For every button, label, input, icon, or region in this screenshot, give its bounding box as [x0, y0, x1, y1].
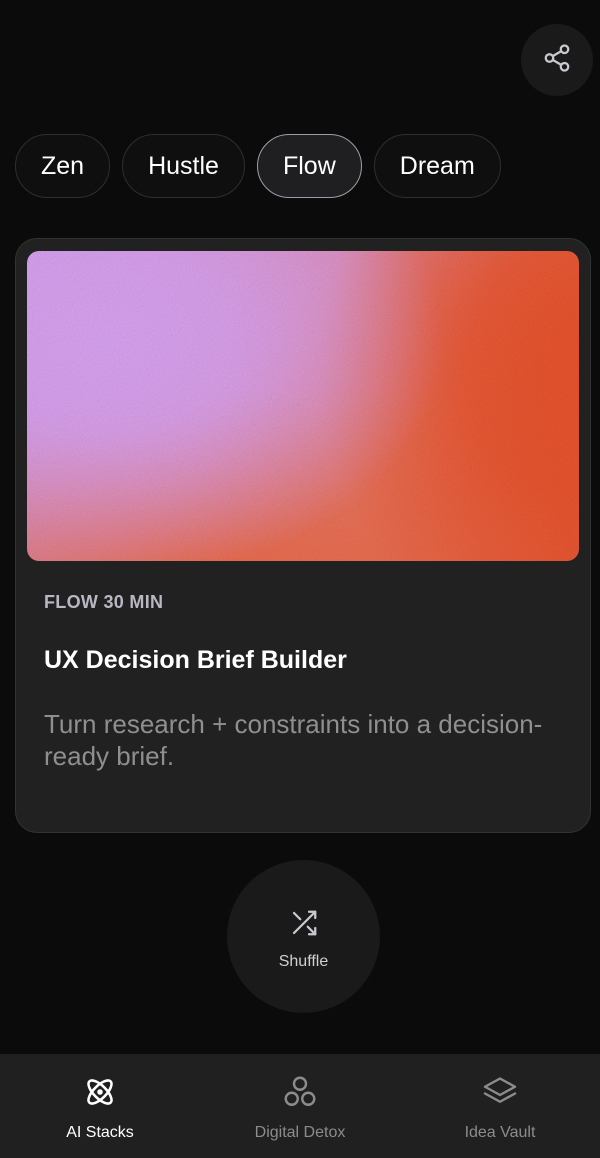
- bottom-nav: AI Stacks Digital Detox Idea Vault: [0, 1054, 600, 1158]
- nav-item-ai-stacks[interactable]: AI Stacks: [0, 1054, 200, 1158]
- shuffle-icon: [289, 902, 319, 943]
- nav-label-ai-stacks: AI Stacks: [66, 1124, 134, 1141]
- share-button[interactable]: [521, 24, 593, 96]
- stack-card[interactable]: FLOW 30 MIN UX Decision Brief Builder Tu…: [15, 238, 591, 833]
- nav-item-digital-detox[interactable]: Digital Detox: [200, 1054, 400, 1158]
- circles-icon: [282, 1074, 318, 1115]
- chip-zen[interactable]: Zen: [15, 134, 111, 198]
- card-description: Turn research + constraints into a decis…: [44, 709, 543, 771]
- nav-label-idea-vault: Idea Vault: [464, 1124, 536, 1141]
- layers-icon: [482, 1074, 518, 1115]
- card-kicker: FLOW 30 MIN: [44, 592, 164, 612]
- nav-item-idea-vault[interactable]: Idea Vault: [400, 1054, 600, 1158]
- shuffle-label: Shuffle: [278, 953, 329, 970]
- chip-hustle[interactable]: Hustle: [122, 134, 245, 198]
- atom-icon: [82, 1074, 118, 1115]
- chip-dream[interactable]: Dream: [373, 134, 501, 198]
- share-icon: [542, 43, 572, 78]
- app-screen: Zen Hustle Flow Dream FLOW 30 MIN UX Dec…: [0, 0, 600, 1158]
- card-gradient-image: [27, 251, 579, 561]
- shuffle-button[interactable]: Shuffle: [227, 860, 380, 1013]
- mood-chips: Zen Hustle Flow Dream: [15, 134, 501, 198]
- nav-label-digital-detox: Digital Detox: [254, 1124, 346, 1141]
- chip-flow[interactable]: Flow: [256, 134, 362, 198]
- card-title: UX Decision Brief Builder: [44, 646, 347, 674]
